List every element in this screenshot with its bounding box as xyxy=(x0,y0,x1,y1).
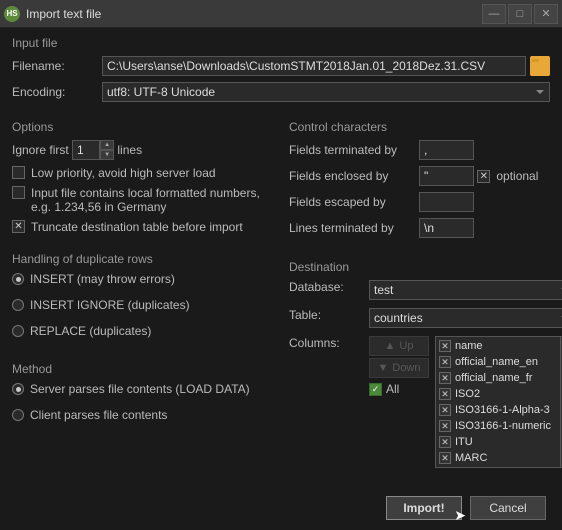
radio-client-dot[interactable] xyxy=(12,409,24,421)
column-item[interactable]: ISO2 xyxy=(437,386,562,402)
database-label: Database: xyxy=(289,280,369,294)
radio-server-dot[interactable] xyxy=(12,383,24,395)
control-chars-section: Control characters Fields terminated by … xyxy=(289,120,550,244)
control-chars-label: Control characters xyxy=(289,120,550,134)
column-checkbox[interactable] xyxy=(439,340,451,352)
local-numbers-checkbox[interactable] xyxy=(12,186,25,199)
column-name: ISO3166-1-Alpha-3 xyxy=(455,404,550,416)
app-icon: HS xyxy=(4,6,20,22)
optional-label[interactable]: optional xyxy=(496,169,538,183)
radio-client[interactable]: Client parses file contents xyxy=(12,408,273,422)
column-name: official_name_en xyxy=(455,356,538,368)
column-checkbox[interactable] xyxy=(439,404,451,416)
options-label: Options xyxy=(12,120,273,134)
fields-terminated-label: Fields terminated by xyxy=(289,143,419,157)
column-item[interactable]: official_name_en xyxy=(437,354,562,370)
fields-enclosed-input[interactable] xyxy=(419,166,474,186)
column-name: ISO3166-1-numeric xyxy=(455,420,551,432)
column-checkbox[interactable] xyxy=(439,436,451,448)
column-checkbox[interactable] xyxy=(439,388,451,400)
ignore-first-input[interactable] xyxy=(72,140,100,160)
column-checkbox[interactable] xyxy=(439,452,451,464)
cancel-button[interactable]: Cancel xyxy=(470,496,546,520)
radio-replace[interactable]: REPLACE (duplicates) xyxy=(12,324,273,338)
fields-terminated-input[interactable] xyxy=(419,140,474,160)
encoding-label: Encoding: xyxy=(12,85,102,99)
fields-enclosed-label: Fields enclosed by xyxy=(289,169,419,183)
up-icon: ▲ xyxy=(385,340,396,352)
duplicates-section: Handling of duplicate rows INSERT (may t… xyxy=(12,252,273,350)
truncate-label[interactable]: Truncate destination table before import xyxy=(31,220,243,234)
ignore-first-down[interactable]: ▼ xyxy=(100,150,114,160)
destination-label: Destination xyxy=(289,260,562,274)
column-item[interactable]: ITU xyxy=(437,434,562,450)
options-section: Options Ignore first ▲ ▼ lines xyxy=(12,120,273,240)
column-checkbox[interactable] xyxy=(439,372,451,384)
filename-label: Filename: xyxy=(12,59,102,73)
down-icon: ▼ xyxy=(377,362,388,374)
radio-replace-dot[interactable] xyxy=(12,325,24,337)
table-label: Table: xyxy=(289,308,369,322)
column-item[interactable]: ISO3166-1-numeric xyxy=(437,418,562,434)
fields-escaped-input[interactable] xyxy=(419,192,474,212)
ignore-first-pre: Ignore first xyxy=(12,143,69,157)
input-file-section: Input file Filename: Encoding: utf8: UTF… xyxy=(12,36,550,108)
filename-input[interactable] xyxy=(102,56,526,76)
radio-insert-ignore-dot[interactable] xyxy=(12,299,24,311)
input-file-label: Input file xyxy=(12,36,550,50)
database-dropdown[interactable]: test xyxy=(369,280,562,300)
table-dropdown[interactable]: countries xyxy=(369,308,562,328)
lines-terminated-label: Lines terminated by xyxy=(289,221,419,235)
column-item[interactable]: official_name_fr xyxy=(437,370,562,386)
duplicates-label: Handling of duplicate rows xyxy=(12,252,273,266)
column-name: name xyxy=(455,340,483,352)
ignore-first-post: lines xyxy=(117,143,142,157)
window-title: Import text file xyxy=(26,7,482,21)
column-item[interactable]: name xyxy=(437,338,562,354)
encoding-value: utf8: UTF-8 Unicode xyxy=(107,85,215,99)
local-numbers-label[interactable]: Input file contains local formatted numb… xyxy=(31,186,273,214)
destination-section: Destination Database: test Table: countr… xyxy=(289,260,562,476)
method-section: Method Server parses file contents (LOAD… xyxy=(12,362,273,434)
column-checkbox[interactable] xyxy=(439,420,451,432)
move-up-button[interactable]: ▲ Up xyxy=(369,336,429,356)
low-priority-label[interactable]: Low priority, avoid high server load xyxy=(31,166,216,180)
fields-escaped-label: Fields escaped by xyxy=(289,195,419,209)
column-name: official_name_fr xyxy=(455,372,532,384)
import-button[interactable]: Import! xyxy=(386,496,462,520)
optional-checkbox[interactable] xyxy=(477,170,490,183)
column-name: MARC xyxy=(455,452,487,464)
column-item[interactable]: MARC xyxy=(437,450,562,466)
browse-button[interactable] xyxy=(530,56,550,76)
truncate-checkbox[interactable] xyxy=(12,220,25,233)
maximize-button[interactable]: □ xyxy=(508,4,532,24)
all-columns-toggle[interactable]: All xyxy=(369,382,429,396)
radio-insert-dot[interactable] xyxy=(12,273,24,285)
titlebar: HS Import text file — □ ✕ xyxy=(0,0,562,28)
minimize-button[interactable]: — xyxy=(482,4,506,24)
close-button[interactable]: ✕ xyxy=(534,4,558,24)
radio-insert[interactable]: INSERT (may throw errors) xyxy=(12,272,273,286)
lines-terminated-input[interactable] xyxy=(419,218,474,238)
column-checkbox[interactable] xyxy=(439,356,451,368)
all-columns-checkbox[interactable] xyxy=(369,383,382,396)
move-down-button[interactable]: ▼ Down xyxy=(369,358,429,378)
method-label: Method xyxy=(12,362,273,376)
ignore-first-up[interactable]: ▲ xyxy=(100,140,114,150)
column-name: ISO2 xyxy=(455,388,480,400)
columns-listbox[interactable]: name official_name_en official_name_fr ISO2… xyxy=(435,336,562,468)
column-name: ITU xyxy=(455,436,473,448)
encoding-dropdown[interactable]: utf8: UTF-8 Unicode xyxy=(102,82,550,102)
radio-server[interactable]: Server parses file contents (LOAD DATA) xyxy=(12,382,273,396)
column-item[interactable]: ISO3166-1-Alpha-3 xyxy=(437,402,562,418)
columns-label: Columns: xyxy=(289,336,369,350)
low-priority-checkbox[interactable] xyxy=(12,166,25,179)
radio-insert-ignore[interactable]: INSERT IGNORE (duplicates) xyxy=(12,298,273,312)
